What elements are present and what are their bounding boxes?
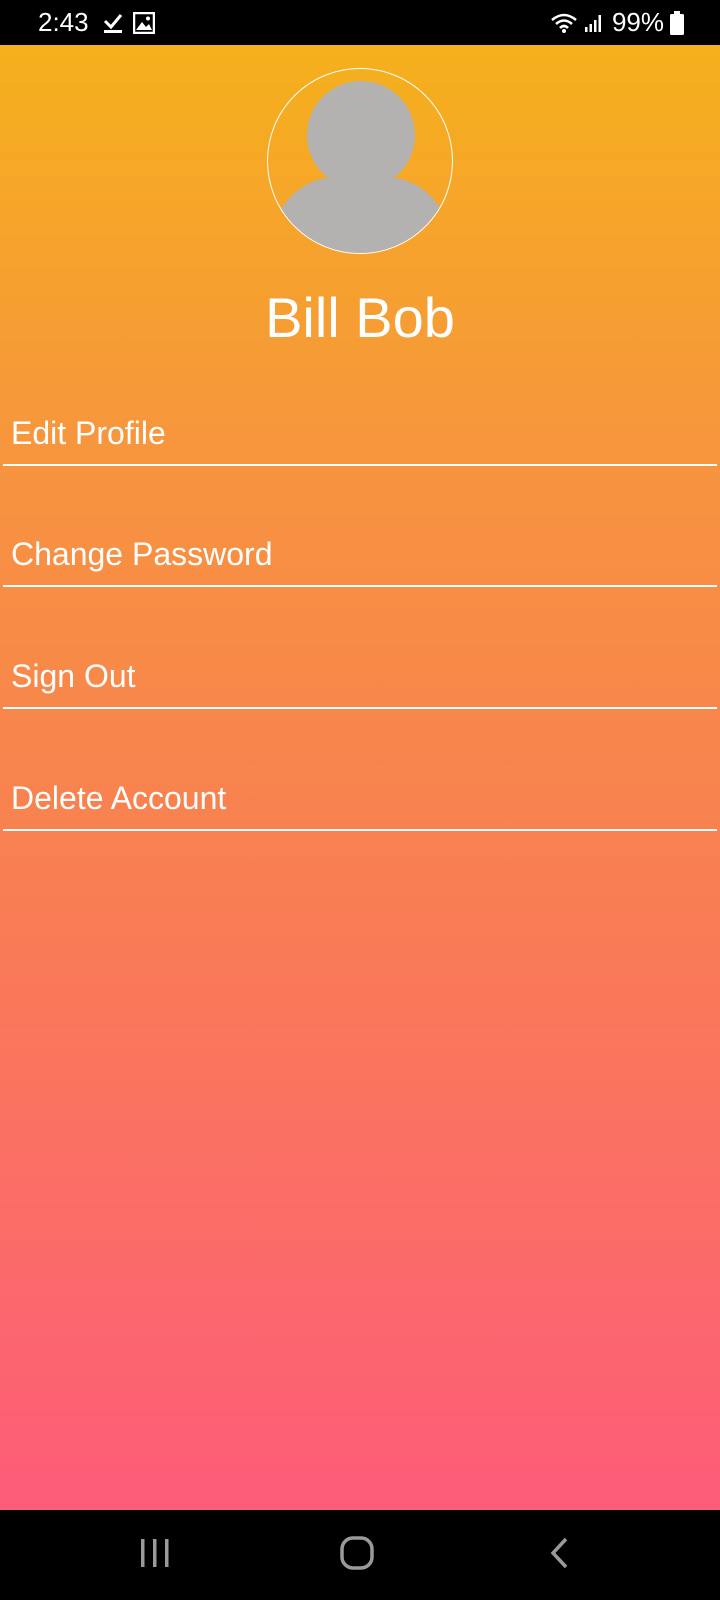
navigation-bar — [0, 1510, 720, 1600]
status-right: 99% — [544, 7, 684, 38]
edit-profile-button[interactable]: Edit Profile — [3, 406, 717, 466]
status-time: 2:43 — [38, 7, 89, 37]
sign-out-button[interactable]: Sign Out — [3, 649, 717, 709]
recent-apps-icon — [138, 1537, 172, 1574]
delete-account-button[interactable]: Delete Account — [3, 771, 717, 831]
back-icon — [548, 1536, 572, 1575]
battery-percent: 99% — [611, 7, 664, 37]
home-icon — [339, 1535, 375, 1576]
profile-screen: Bill Bob Edit Profile Change Password Si… — [0, 45, 720, 1510]
check-icon — [103, 12, 123, 34]
menu-item-label: Change Password — [11, 536, 273, 572]
signal-icon — [584, 13, 604, 33]
home-button[interactable] — [327, 1528, 387, 1582]
status-bar: 2:43 99% — [0, 0, 720, 45]
avatar[interactable] — [267, 68, 453, 254]
recent-apps-button[interactable] — [125, 1528, 185, 1582]
image-icon — [132, 11, 155, 34]
back-button[interactable] — [530, 1528, 590, 1582]
menu-item-label: Delete Account — [11, 780, 227, 816]
menu-item-label: Sign Out — [11, 658, 136, 694]
profile-name: Bill Bob — [265, 286, 455, 349]
battery-icon — [670, 10, 684, 35]
wifi-icon — [550, 12, 578, 34]
default-avatar-icon — [268, 81, 452, 253]
menu-item-label: Edit Profile — [11, 415, 166, 451]
status-left: 2:43 — [38, 7, 165, 38]
change-password-button[interactable]: Change Password — [3, 527, 717, 587]
